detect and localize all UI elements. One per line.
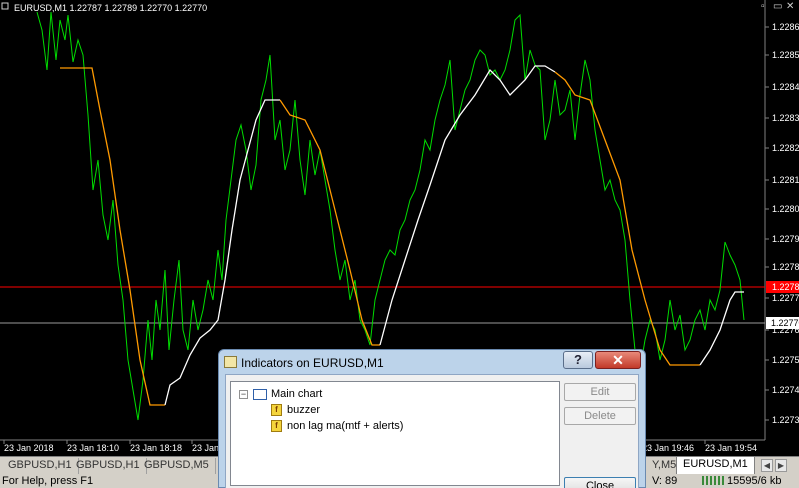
restore-icon[interactable]: ▭	[773, 2, 782, 12]
price-label: 1.22737	[772, 415, 799, 425]
price-label: 1.22787	[772, 262, 799, 272]
indicator-icon: f	[271, 420, 282, 432]
scroll-right-icon[interactable]: ▶	[775, 459, 787, 472]
price-label: 1.22867	[772, 22, 799, 32]
price-label: 1.22848	[772, 82, 799, 92]
time-label: 23 Jan 19:54	[705, 443, 757, 453]
collapse-icon[interactable]: −	[239, 390, 248, 399]
tab-gbpusd-h1[interactable]: GBPUSD,H1	[2, 458, 79, 474]
price-label: 1.22777	[772, 293, 799, 303]
non-lag-ma-up-segment	[379, 65, 556, 346]
price-label: 1.22797	[772, 234, 799, 244]
tree-item-main-chart[interactable]: Main chart	[271, 388, 322, 400]
indicator-tree[interactable]: − Main chart f buzzer f non lag ma(mtf +…	[230, 381, 560, 486]
chart-menu-icon[interactable]	[1, 2, 9, 10]
close-button[interactable]: Close	[564, 477, 636, 488]
non-lag-ma-down-segment	[60, 67, 165, 406]
chart-header: EURUSD,M1 1.22787 1.22789 1.22770 1.2277…	[14, 3, 207, 13]
edit-button[interactable]: Edit	[564, 383, 636, 401]
delete-button[interactable]: Delete	[564, 407, 636, 425]
price-label: 1.22838	[772, 113, 799, 123]
status-traffic: 15595/6 kb	[727, 475, 782, 487]
non-lag-ma-down-segment	[279, 99, 380, 346]
tree-item-buzzer[interactable]: buzzer	[287, 404, 320, 416]
price-label: 1.22757	[772, 355, 799, 365]
dialog-close-icon[interactable]: ✕	[595, 351, 641, 369]
price-label: 1.22857	[772, 50, 799, 60]
non-lag-ma-up-segment	[699, 291, 744, 366]
price-label: 1.22818	[772, 175, 799, 185]
scroll-left-icon[interactable]: ◀	[761, 459, 773, 472]
time-label: 23 Jan 18:10	[67, 443, 119, 453]
time-label: 23 Jan 18:18	[130, 443, 182, 453]
status-help-text: For Help, press F1	[2, 475, 94, 487]
chart-window-icon	[253, 389, 267, 400]
price-label: 1.22808	[772, 204, 799, 214]
connection-icon	[702, 476, 724, 485]
tab-gbpusd-m5[interactable]: GBPUSD,M5	[138, 458, 216, 474]
time-label: 23 Jan 2018	[4, 443, 54, 453]
indicators-dialog: Indicators on EURUSD,M1 ? ✕ − Main chart…	[218, 349, 646, 488]
tab-eurusd-m1[interactable]: EURUSD,M1	[676, 457, 755, 475]
red-level-label: 1.22782	[772, 282, 799, 292]
bid-label: 1.22770	[771, 318, 799, 328]
dialog-icon	[224, 356, 237, 368]
time-label: 23 Jan 19:46	[642, 443, 694, 453]
tab-gbpusd-h1-2[interactable]: GBPUSD,H1	[70, 458, 147, 474]
dialog-body: − Main chart f buzzer f non lag ma(mtf +…	[225, 374, 639, 488]
close-icon[interactable]: ✕	[786, 2, 794, 12]
minimize-icon[interactable]: ▫	[761, 2, 765, 12]
dialog-help-button[interactable]: ?	[563, 351, 593, 369]
indicator-icon: f	[271, 404, 282, 416]
price-label: 1.22828	[772, 143, 799, 153]
tree-item-non-lag-ma[interactable]: non lag ma(mtf + alerts)	[287, 420, 403, 432]
dialog-title: Indicators on EURUSD,M1	[241, 356, 384, 370]
price-label: 1.22747	[772, 385, 799, 395]
status-volume: V: 89	[652, 475, 678, 487]
